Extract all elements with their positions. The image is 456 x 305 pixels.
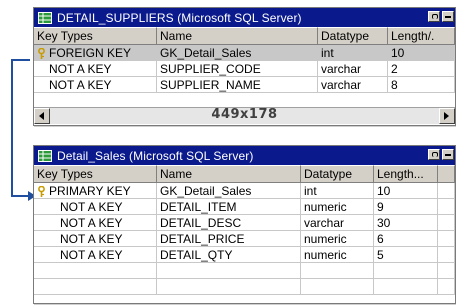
table-row[interactable]: NOT A KEY DETAIL_QTY numeric 5 (34, 247, 455, 263)
minimize-icon[interactable] (442, 11, 454, 22)
key-type-cell: NOT A KEY (34, 247, 157, 263)
arrow-right-icon[interactable] (439, 108, 455, 124)
datatype-cell: numeric (301, 199, 374, 215)
empty-cell (374, 263, 438, 279)
name-cell: DETAIL_DESC (157, 215, 301, 231)
length-cell: 10 (388, 45, 455, 61)
key-type-text: PRIMARY KEY (49, 184, 131, 198)
column-header-key-types[interactable]: Key Types (34, 165, 157, 183)
window-size-label: 449x178 (211, 107, 278, 122)
name-cell: DETAIL_PRICE (157, 231, 301, 247)
datatype-cell: numeric (301, 247, 374, 263)
table-row[interactable]: FOREIGN KEY GK_Detail_Sales int 10 (34, 45, 455, 61)
name-cell: DETAIL_ITEM (157, 199, 301, 215)
empty-cell (34, 263, 157, 279)
empty-cell (301, 279, 374, 295)
help-icon[interactable] (428, 149, 440, 160)
key-type-text: NOT A KEY (60, 200, 123, 214)
key-type-text: NOT A KEY (60, 248, 123, 262)
key-type-text: NOT A KEY (60, 232, 123, 246)
datatype-cell: int (301, 183, 374, 199)
length-cell: 10 (374, 183, 438, 199)
window-title: Detail_Sales (Microsoft SQL Server) (57, 148, 254, 163)
empty-cell (438, 279, 455, 295)
empty-cell (438, 247, 455, 263)
key-type-cell: NOT A KEY (34, 231, 157, 247)
column-header-key-types[interactable]: Key Types (34, 27, 157, 45)
empty-cell (438, 183, 455, 199)
empty-cell (438, 199, 455, 215)
sales-titlebar[interactable]: Detail_Sales (Microsoft SQL Server) (34, 146, 455, 165)
length-cell: 9 (374, 199, 438, 215)
length-cell: 6 (374, 231, 438, 247)
column-header-name[interactable]: Name (157, 27, 318, 45)
length-cell: 5 (374, 247, 438, 263)
name-cell: GK_Detail_Sales (157, 45, 318, 61)
datatype-cell: int (318, 45, 388, 61)
suppliers-titlebar[interactable]: DETAIL_SUPPLIERS (Microsoft SQL Server) (34, 8, 455, 27)
column-header-datatype[interactable]: Datatype (318, 27, 388, 45)
empty-row (34, 263, 455, 279)
empty-cell (438, 215, 455, 231)
length-cell: 30 (374, 215, 438, 231)
table-row[interactable]: NOT A KEY DETAIL_PRICE numeric 6 (34, 231, 455, 247)
column-header-extra (438, 165, 455, 183)
key-type-text: NOT A KEY (60, 216, 123, 230)
empty-row (34, 279, 455, 295)
column-header-row: Key Types Name Datatype Length... (34, 165, 455, 183)
sales-table-window[interactable]: Detail_Sales (Microsoft SQL Server) Key … (33, 145, 456, 304)
length-cell: 2 (388, 61, 455, 77)
table-row[interactable]: PRIMARY KEY GK_Detail_Sales int 10 (34, 183, 455, 199)
key-type-cell: NOT A KEY (34, 61, 157, 77)
column-header-row: Key Types Name Datatype Length/. (34, 27, 455, 45)
datatype-cell: varchar (318, 61, 388, 77)
key-type-text: NOT A KEY (49, 62, 112, 76)
key-type-text: FOREIGN KEY (49, 46, 132, 60)
empty-cell (157, 279, 301, 295)
table-row[interactable]: NOT A KEY SUPPLIER_NAME varchar 8 (34, 77, 455, 93)
key-type-cell: NOT A KEY (34, 77, 157, 93)
empty-cell (438, 263, 455, 279)
name-cell: DETAIL_QTY (157, 247, 301, 263)
key-type-cell: NOT A KEY (34, 215, 157, 231)
name-cell: GK_Detail_Sales (157, 183, 301, 199)
key-type-cell: PRIMARY KEY (34, 183, 157, 199)
name-cell: SUPPLIER_NAME (157, 77, 318, 93)
key-type-text: NOT A KEY (49, 78, 112, 92)
table-icon (38, 11, 52, 24)
table-row[interactable]: NOT A KEY DETAIL_DESC varchar 30 (34, 215, 455, 231)
length-cell: 8 (388, 77, 455, 93)
key-type-cell: NOT A KEY (34, 199, 157, 215)
key-icon (37, 185, 46, 197)
table-icon (38, 149, 52, 162)
empty-cell (157, 263, 301, 279)
empty-cell (374, 279, 438, 295)
horizontal-scrollbar[interactable]: 449x178 (34, 107, 455, 124)
table-row[interactable]: NOT A KEY SUPPLIER_CODE varchar 2 (34, 61, 455, 77)
name-cell: SUPPLIER_CODE (157, 61, 318, 77)
empty-cell (301, 263, 374, 279)
help-icon[interactable] (428, 11, 440, 22)
suppliers-table-window[interactable]: DETAIL_SUPPLIERS (Microsoft SQL Server) … (33, 7, 456, 126)
table-row[interactable]: NOT A KEY DETAIL_ITEM numeric 9 (34, 199, 455, 215)
key-type-cell: FOREIGN KEY (34, 45, 157, 61)
key-icon (37, 47, 46, 59)
datatype-cell: numeric (301, 231, 374, 247)
empty-cell (438, 231, 455, 247)
window-title: DETAIL_SUPPLIERS (Microsoft SQL Server) (57, 10, 302, 25)
column-header-length[interactable]: Length... (374, 165, 438, 183)
datatype-cell: varchar (318, 77, 388, 93)
column-header-name[interactable]: Name (157, 165, 301, 183)
column-header-datatype[interactable]: Datatype (301, 165, 374, 183)
empty-cell (34, 279, 157, 295)
datatype-cell: varchar (301, 215, 374, 231)
minimize-icon[interactable] (442, 149, 454, 160)
column-header-length[interactable]: Length/. (388, 27, 455, 45)
